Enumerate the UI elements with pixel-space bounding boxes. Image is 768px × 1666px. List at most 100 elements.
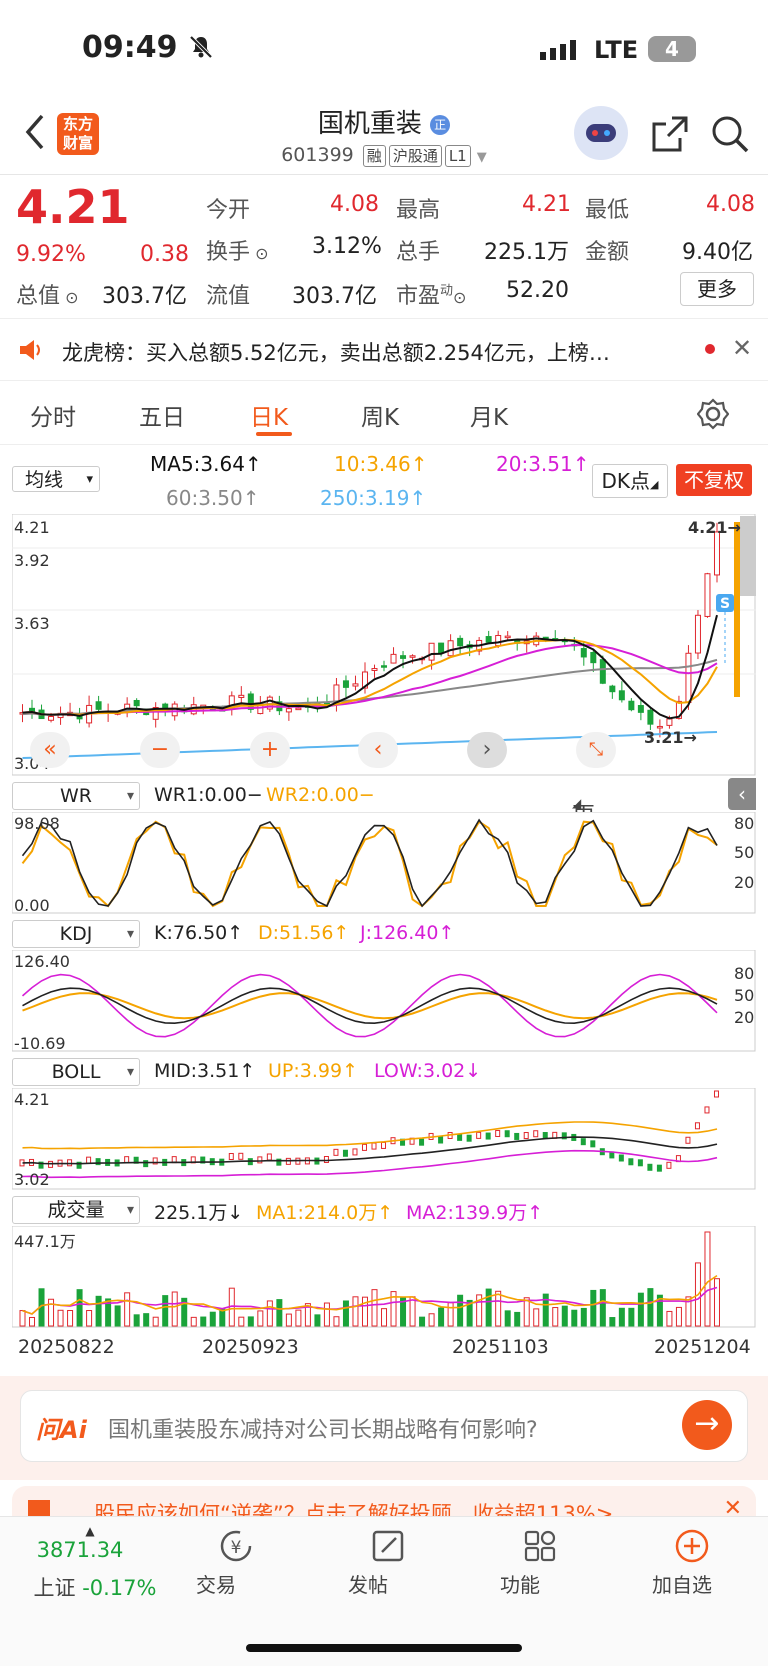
volume-bar	[342, 1300, 349, 1327]
volume-bar	[133, 1314, 140, 1327]
wr2-value: WR2:0.00−	[266, 784, 375, 806]
boll-mid-value: MID:3.51↑	[154, 1060, 256, 1082]
kdj-level-20: 20	[734, 1008, 755, 1027]
tab-five-day[interactable]: 五日	[139, 398, 185, 432]
volume-bar	[314, 1314, 321, 1327]
ma250-value: 250:3.19↑	[320, 486, 427, 510]
kline-axis-2: 3.92	[14, 551, 50, 570]
kdj-axis-top: 126.40	[14, 952, 70, 971]
index-value[interactable]: 3871.34	[20, 1538, 140, 1562]
open-value: 4.08	[330, 192, 379, 217]
kdj-d-value: D:51.56↑	[258, 922, 350, 944]
scroll-left-icon[interactable]: ‹	[358, 732, 398, 768]
volume-bar	[514, 1311, 521, 1327]
home-indicator	[246, 1644, 522, 1652]
boll-candle	[637, 1159, 643, 1167]
volume-bar	[675, 1306, 682, 1327]
volume-bar	[238, 1316, 245, 1327]
pe-label: 市盈动⊙	[396, 283, 467, 309]
volume-bar	[266, 1300, 273, 1327]
boll-candle	[533, 1130, 539, 1138]
volume-bar	[713, 1278, 720, 1327]
kline-axis-top: 4.21	[14, 518, 50, 537]
tag-margin: 融	[362, 145, 386, 167]
share-icon[interactable]	[650, 114, 690, 158]
volume-bar	[580, 1307, 587, 1327]
open-label: 今开	[206, 198, 251, 223]
no-adjust-button[interactable]: 不复权	[676, 464, 752, 496]
volume-bar	[447, 1302, 454, 1327]
index-info[interactable]: 上证 -0.17%	[20, 1572, 170, 1602]
change-percent: 9.92%	[16, 242, 86, 267]
kdj-j-value: J:126.40↑	[360, 922, 455, 944]
zoom-in-icon[interactable]: +	[250, 732, 290, 768]
more-button[interactable]: 更多	[680, 272, 754, 306]
volume-bar	[533, 1308, 540, 1327]
volume-bar	[561, 1305, 568, 1327]
boll-selector[interactable]: BOLL	[12, 1058, 140, 1086]
volume-bar	[457, 1294, 464, 1327]
high-label: 最高	[396, 198, 441, 223]
verified-icon: 正	[430, 115, 451, 135]
boll-candle	[666, 1161, 672, 1169]
boll-candle	[590, 1140, 596, 1148]
scroll-right-icon[interactable]: ›	[467, 732, 507, 768]
high-value: 4.21	[522, 192, 571, 217]
promo-close-icon[interactable]: ✕	[724, 1496, 742, 1516]
dragon-tiger-notice[interactable]: 龙虎榜：买入总额5.52亿元，卖出总额2.254亿元，上榜…	[62, 337, 662, 367]
kdj-level-80: 80	[734, 964, 755, 983]
settings-gear-icon[interactable]	[696, 398, 730, 434]
ma10-value: 10:3.46↑	[334, 452, 428, 476]
wr-level-80: 80	[734, 814, 755, 833]
volume-bar	[599, 1289, 606, 1327]
date-label-1: 20250822	[18, 1336, 115, 1358]
scroll-left-fast-icon[interactable]: «	[30, 732, 70, 768]
fullscreen-icon[interactable]: ⤡	[576, 732, 616, 768]
volume-bar	[628, 1307, 635, 1327]
promo-banner[interactable]: 股民应该如何“逆袭”？点击了解好投顾，收益超113%> ✕	[12, 1486, 756, 1516]
volume-ma2-value: MA2:139.9万↑	[406, 1202, 544, 1224]
ai-prompt[interactable]: 国机重装股东减持对公司长期战略有何影响?	[108, 1412, 538, 1444]
candle	[647, 709, 654, 725]
chart-scrollbar[interactable]	[740, 516, 756, 596]
tab-daily-k[interactable]: 日K	[250, 398, 288, 432]
robot-avatar-icon[interactable]	[574, 106, 628, 160]
speaker-icon	[18, 338, 44, 366]
tab-monthly-k[interactable]: 月K	[470, 398, 508, 432]
ma-selector[interactable]: 均线 ▾	[12, 466, 100, 492]
boll-candle	[523, 1132, 529, 1140]
boll-candle	[419, 1138, 425, 1146]
boll-candle	[323, 1156, 329, 1164]
arrow-right-icon[interactable]: →	[682, 1400, 732, 1450]
unread-dot	[705, 344, 715, 354]
last-price-label: 4.21→	[688, 518, 741, 537]
volume-selector[interactable]: 成交量	[12, 1196, 140, 1224]
collapse-panel-icon[interactable]: ‹	[728, 778, 756, 810]
boll-candle	[124, 1156, 130, 1164]
pe-value: 52.20	[506, 278, 569, 303]
close-icon[interactable]: ✕	[732, 334, 752, 362]
nav-add-watchlist[interactable]: 加自选	[652, 1528, 732, 1597]
tab-weekly-k[interactable]: 周K	[361, 398, 399, 432]
index-up-arrow-icon: ▲	[85, 1524, 95, 1538]
candle	[295, 707, 302, 711]
wr-selector[interactable]: WR	[12, 782, 140, 810]
boll-axis-bottom: 3.02	[14, 1170, 50, 1189]
nav-trade[interactable]: ¥ 交易	[196, 1528, 276, 1597]
tab-intraday[interactable]: 分时	[30, 398, 76, 432]
volume-bar	[647, 1288, 654, 1327]
kdj-selector[interactable]: KDJ	[12, 920, 140, 948]
trade-icon: ¥	[220, 1530, 252, 1562]
candle	[495, 635, 502, 647]
total-cap-value: 303.7亿	[102, 284, 187, 309]
nav-post[interactable]: 发帖	[348, 1528, 428, 1597]
status-time: 09:49	[82, 30, 214, 65]
candle	[133, 699, 140, 707]
zoom-out-icon[interactable]: −	[140, 732, 180, 768]
nav-function[interactable]: 功能	[500, 1528, 580, 1597]
search-icon[interactable]	[710, 114, 750, 158]
candle	[457, 637, 464, 647]
promo-icon	[28, 1500, 50, 1516]
dk-point-button[interactable]: DK点◢	[592, 464, 668, 498]
boll-candle	[580, 1138, 586, 1146]
